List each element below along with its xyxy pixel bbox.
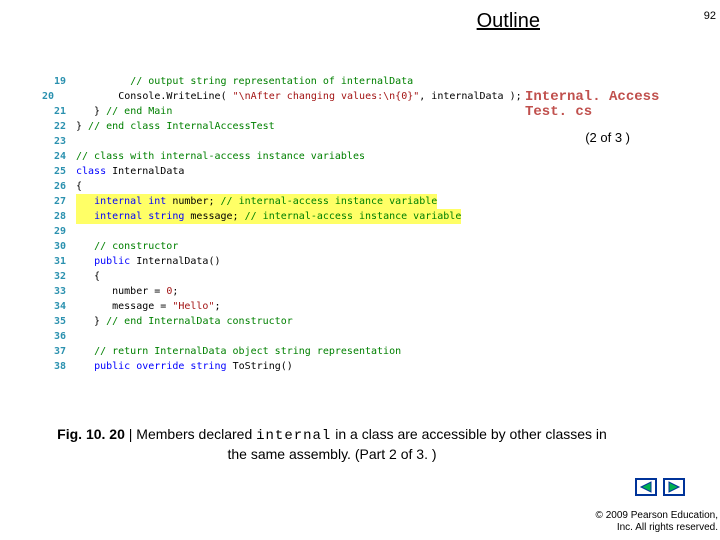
page-number: 92 bbox=[704, 10, 716, 22]
next-slide-button[interactable] bbox=[663, 478, 685, 496]
code-line: 26 { bbox=[42, 179, 512, 194]
prev-slide-button[interactable] bbox=[635, 478, 657, 496]
line-number: 38 bbox=[42, 359, 66, 374]
line-number: 25 bbox=[42, 164, 66, 179]
line-number: 32 bbox=[42, 269, 66, 284]
line-number: 19 bbox=[42, 74, 66, 89]
code-line: 20 Console.WriteLine( "\nAfter changing … bbox=[42, 89, 512, 104]
code-line: 29 bbox=[42, 224, 512, 239]
caption-sep: | bbox=[125, 426, 136, 442]
code-line: 36 bbox=[42, 329, 512, 344]
caption-pre: Members declared bbox=[136, 426, 256, 442]
outline-heading: Outline bbox=[477, 10, 540, 33]
code-line: 34 message = "Hello"; bbox=[42, 299, 512, 314]
code-line: 37 // return InternalData object string … bbox=[42, 344, 512, 359]
code-line: 30 // constructor bbox=[42, 239, 512, 254]
code-line: 33 number = 0; bbox=[42, 284, 512, 299]
line-number: 28 bbox=[42, 209, 66, 224]
code-line: 38 public override string ToString() bbox=[42, 359, 512, 374]
source-file-label: Internal. Access Test. cs bbox=[525, 90, 685, 121]
line-number: 26 bbox=[42, 179, 66, 194]
code-content: public override string ToString() bbox=[76, 359, 293, 374]
triangle-right-icon bbox=[667, 481, 681, 493]
line-number: 36 bbox=[42, 329, 66, 344]
code-line: 32 { bbox=[42, 269, 512, 284]
code-content: } // end Main bbox=[76, 104, 172, 119]
line-number: 31 bbox=[42, 254, 66, 269]
code-content: { bbox=[76, 269, 100, 284]
code-content: { bbox=[76, 179, 82, 194]
line-number: 29 bbox=[42, 224, 66, 239]
code-line: 28 internal string message; // internal-… bbox=[42, 209, 512, 224]
line-number: 23 bbox=[42, 134, 66, 149]
code-content: internal int number; // internal-access … bbox=[76, 194, 437, 209]
code-listing: 19 // output string representation of in… bbox=[42, 74, 512, 374]
code-content: internal string message; // internal-acc… bbox=[76, 209, 461, 224]
code-content: number = 0; bbox=[76, 284, 178, 299]
code-content: // class with internal-access instance v… bbox=[76, 149, 365, 164]
source-file-line1: Internal. Access bbox=[525, 89, 659, 105]
code-content: Console.WriteLine( "\nAfter changing val… bbox=[64, 89, 522, 104]
caption-keyword: internal bbox=[256, 428, 331, 444]
line-number: 30 bbox=[42, 239, 66, 254]
code-line: 19 // output string representation of in… bbox=[42, 74, 512, 89]
copyright-notice: © 2009 Pearson Education, Inc. All right… bbox=[596, 510, 718, 534]
line-number: 20 bbox=[42, 89, 54, 104]
nav-controls bbox=[635, 478, 685, 496]
code-content: // constructor bbox=[76, 239, 178, 254]
code-content: // output string representation of inter… bbox=[76, 74, 413, 89]
line-number: 37 bbox=[42, 344, 66, 359]
triangle-left-icon bbox=[639, 481, 653, 493]
code-line: 35 } // end InternalData constructor bbox=[42, 314, 512, 329]
copyright-line1: © 2009 Pearson Education, bbox=[596, 510, 718, 521]
line-number: 35 bbox=[42, 314, 66, 329]
code-line: 27 internal int number; // internal-acce… bbox=[42, 194, 512, 209]
line-number: 21 bbox=[42, 104, 66, 119]
code-content: } // end InternalData constructor bbox=[76, 314, 293, 329]
code-line: 22 } // end class InternalAccessTest bbox=[42, 119, 512, 134]
code-content: // return InternalData object string rep… bbox=[76, 344, 401, 359]
figure-caption: Fig. 10. 20 | Members declared internal … bbox=[52, 425, 612, 463]
line-number: 22 bbox=[42, 119, 66, 134]
code-line: 31 public InternalData() bbox=[42, 254, 512, 269]
code-line: 21 } // end Main bbox=[42, 104, 512, 119]
code-content: } // end class InternalAccessTest bbox=[76, 119, 275, 134]
part-indicator: (2 of 3 ) bbox=[585, 130, 630, 145]
code-line: 24 // class with internal-access instance… bbox=[42, 149, 512, 164]
header-bar: Outline 92 bbox=[420, 10, 720, 38]
code-content: message = "Hello"; bbox=[76, 299, 221, 314]
code-line: 25 class InternalData bbox=[42, 164, 512, 179]
source-file-line2: Test. cs bbox=[525, 104, 592, 120]
code-content: class InternalData bbox=[76, 164, 184, 179]
line-number: 33 bbox=[42, 284, 66, 299]
line-number: 34 bbox=[42, 299, 66, 314]
figure-number: Fig. 10. 20 bbox=[57, 426, 125, 442]
code-line: 23 bbox=[42, 134, 512, 149]
line-number: 27 bbox=[42, 194, 66, 209]
copyright-line2: Inc. All rights reserved. bbox=[617, 522, 718, 533]
code-content: public InternalData() bbox=[76, 254, 221, 269]
line-number: 24 bbox=[42, 149, 66, 164]
